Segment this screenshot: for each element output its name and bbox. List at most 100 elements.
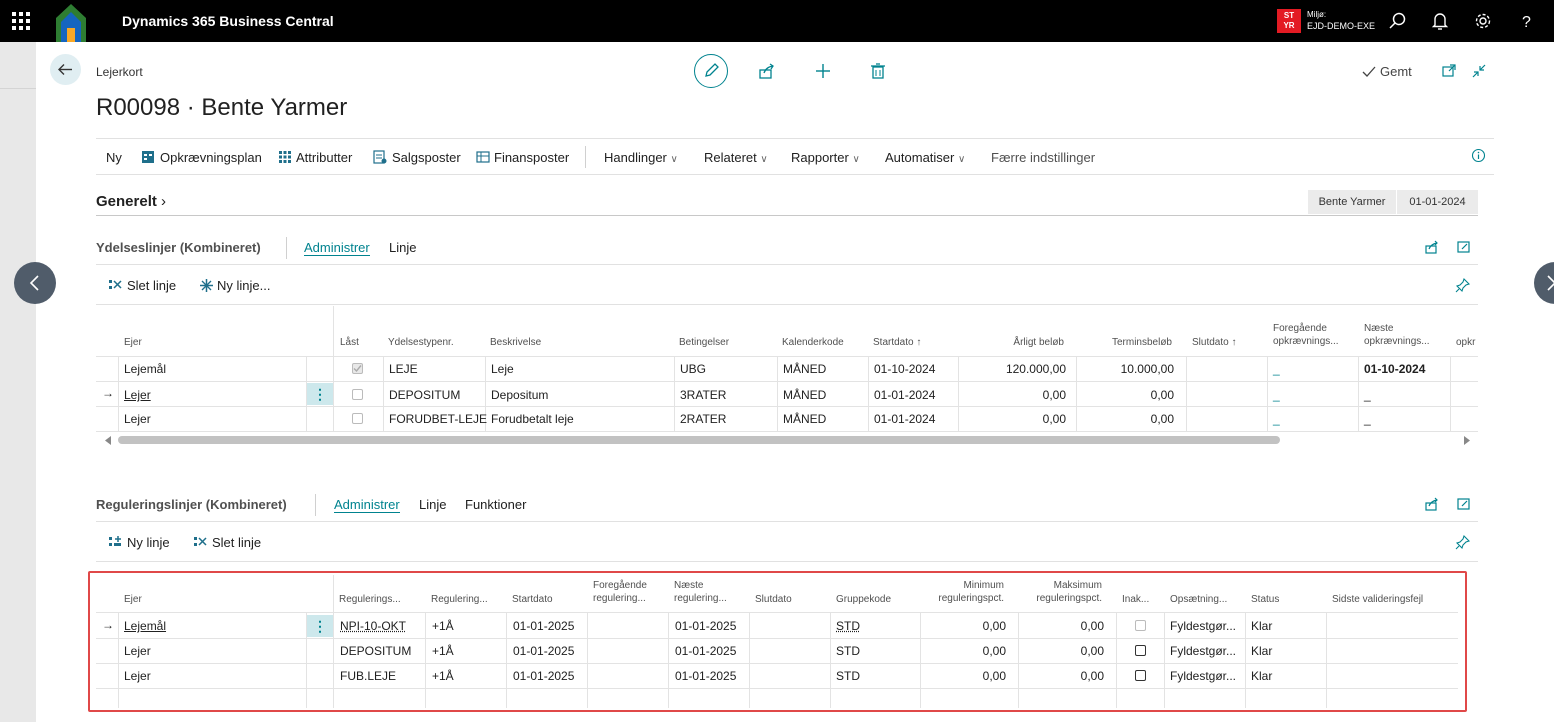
cell-foregaaende[interactable]: _ xyxy=(1273,412,1280,426)
col-foregaaende[interactable]: Foregående opkrævnings... xyxy=(1273,322,1339,348)
cell-type[interactable]: LEJE xyxy=(389,362,418,376)
delete-icon[interactable] xyxy=(869,62,887,80)
cell-ejer[interactable]: Lejer xyxy=(124,388,151,402)
cell-kalender[interactable]: MÅNED xyxy=(783,388,826,402)
scroll-right-icon[interactable] xyxy=(1463,436,1471,445)
share-icon[interactable] xyxy=(1424,239,1440,255)
action-opkraevningsplan[interactable]: Opkrævningsplan xyxy=(160,150,262,165)
grid-line xyxy=(1186,356,1187,431)
col-termin[interactable]: Terminsbeløb xyxy=(1080,336,1172,349)
cell-betingelser[interactable]: 2RATER xyxy=(680,412,726,426)
cell-beskrivelse[interactable]: Depositum xyxy=(491,388,548,402)
action-attributter[interactable]: Attributter xyxy=(296,150,352,165)
col-header-line: opkrævnings... xyxy=(1273,336,1339,347)
tab-linje[interactable]: Linje xyxy=(419,497,446,512)
menu-relateret[interactable]: Relateret ∨ xyxy=(704,150,768,165)
cell-beskrivelse[interactable]: Leje xyxy=(491,362,514,376)
col-ydelsestype[interactable]: Ydelsestypenr. xyxy=(388,336,454,349)
cell-type[interactable]: DEPOSITUM xyxy=(389,388,460,402)
cell-startdato[interactable]: 01-01-2024 xyxy=(874,388,935,402)
cell-termin[interactable]: 10.000,00 xyxy=(1078,362,1174,376)
app-launcher-icon[interactable] xyxy=(12,12,30,30)
col-slutdato[interactable]: Slutdato ↑ xyxy=(1192,336,1236,349)
cell-aarligt[interactable]: 0,00 xyxy=(960,412,1066,426)
delete-line-button[interactable]: Slet linje xyxy=(212,535,261,550)
search-icon[interactable] xyxy=(1387,10,1409,32)
cell-aarligt[interactable]: 0,00 xyxy=(960,388,1066,402)
action-new[interactable]: Ny xyxy=(106,150,122,165)
share-icon[interactable] xyxy=(1424,496,1440,512)
cell-aarligt[interactable]: 120.000,00 xyxy=(960,362,1066,376)
tab-linje[interactable]: Linje xyxy=(389,240,416,255)
col-opkr[interactable]: opkr xyxy=(1456,336,1475,349)
chevron-down-icon: ∨ xyxy=(852,154,860,165)
cell-termin[interactable]: 0,00 xyxy=(1078,412,1174,426)
menu-rapporter[interactable]: Rapporter ∨ xyxy=(791,150,860,165)
col-betingelser[interactable]: Betingelser xyxy=(679,336,729,349)
cell-betingelser[interactable]: UBG xyxy=(680,362,706,376)
col-beskrivelse[interactable]: Beskrivelse xyxy=(490,336,541,349)
cell-naeste[interactable]: _ xyxy=(1364,388,1371,402)
general-section-title[interactable]: Generelt › xyxy=(96,193,166,210)
col-startdato[interactable]: Startdato ↑ xyxy=(873,336,921,349)
col-ejer[interactable]: Ejer xyxy=(124,336,142,349)
expand-icon[interactable] xyxy=(1456,496,1472,512)
col-naeste[interactable]: Næste opkrævnings... xyxy=(1364,322,1430,348)
row-menu-button[interactable]: ⋮ xyxy=(307,383,333,405)
next-record-button[interactable] xyxy=(1534,262,1554,304)
new-line-button[interactable]: Ny linje xyxy=(127,535,170,550)
cell-termin[interactable]: 0,00 xyxy=(1078,388,1174,402)
pin-icon[interactable] xyxy=(1455,277,1471,293)
action-finansposter[interactable]: Finansposter xyxy=(494,150,569,165)
previous-record-button[interactable] xyxy=(14,262,56,304)
tab-administrer[interactable]: Administrer xyxy=(304,240,370,256)
col-aarligt[interactable]: Årligt beløb xyxy=(960,336,1064,349)
gear-icon[interactable] xyxy=(1472,10,1494,32)
tab-administrer[interactable]: Administrer xyxy=(334,497,400,513)
cell-naeste[interactable]: _ xyxy=(1364,412,1371,426)
environment-badge[interactable]: ST YR xyxy=(1277,9,1301,33)
collapse-icon[interactable] xyxy=(1471,63,1487,79)
cell-type[interactable]: FORUDBET-LEJE xyxy=(389,412,487,426)
new-line-button[interactable]: Ny linje... xyxy=(217,278,270,293)
cell-startdato[interactable]: 01-10-2024 xyxy=(874,362,935,376)
bell-icon[interactable] xyxy=(1429,10,1451,32)
cell-kalender[interactable]: MÅNED xyxy=(783,412,826,426)
cell-foregaaende[interactable]: _ xyxy=(1273,362,1280,376)
cell-beskrivelse[interactable]: Forudbetalt leje xyxy=(491,412,574,426)
grid-line xyxy=(1076,356,1077,431)
help-icon[interactable]: ? xyxy=(1515,10,1537,32)
cell-naeste[interactable]: 01-10-2024 xyxy=(1364,362,1425,376)
share-icon[interactable] xyxy=(758,62,776,80)
cell-ejer[interactable]: Lejer xyxy=(124,412,151,426)
action-salgsposter[interactable]: Salgsposter xyxy=(392,150,461,165)
fewer-options[interactable]: Færre indstillinger xyxy=(991,150,1095,165)
col-laast[interactable]: Låst xyxy=(340,336,359,349)
cell-betingelser[interactable]: 3RATER xyxy=(680,388,726,402)
horizontal-scrollbar[interactable] xyxy=(118,436,1280,444)
page-title: R00098 · Bente Yarmer xyxy=(96,94,348,121)
delete-line-button[interactable]: Slet linje xyxy=(127,278,176,293)
expand-icon[interactable] xyxy=(1456,239,1472,255)
checkmark-icon xyxy=(1362,66,1376,78)
new-record-icon[interactable] xyxy=(814,62,832,80)
menu-automatiser[interactable]: Automatiser ∨ xyxy=(885,150,965,165)
col-kalenderkode[interactable]: Kalenderkode xyxy=(782,336,844,349)
svg-text:?: ? xyxy=(1522,14,1531,31)
menu-handlinger[interactable]: Handlinger ∨ xyxy=(604,150,678,165)
cell-ejer[interactable]: Lejemål xyxy=(124,362,166,376)
scroll-left-icon[interactable] xyxy=(104,436,112,445)
app-title[interactable]: Dynamics 365 Business Central xyxy=(122,13,334,29)
info-icon[interactable] xyxy=(1471,148,1486,163)
chevron-left-icon xyxy=(29,275,39,291)
general-title-text: Generelt xyxy=(96,193,157,210)
cell-startdato[interactable]: 01-01-2024 xyxy=(874,412,935,426)
open-new-window-icon[interactable] xyxy=(1441,63,1457,79)
new-line-icon xyxy=(108,535,123,549)
tab-funktioner[interactable]: Funktioner xyxy=(465,497,526,512)
pin-icon[interactable] xyxy=(1455,534,1471,550)
cell-kalender[interactable]: MÅNED xyxy=(783,362,826,376)
cell-foregaaende[interactable]: _ xyxy=(1273,388,1280,402)
back-button[interactable] xyxy=(50,54,81,85)
edit-button[interactable] xyxy=(694,54,728,88)
